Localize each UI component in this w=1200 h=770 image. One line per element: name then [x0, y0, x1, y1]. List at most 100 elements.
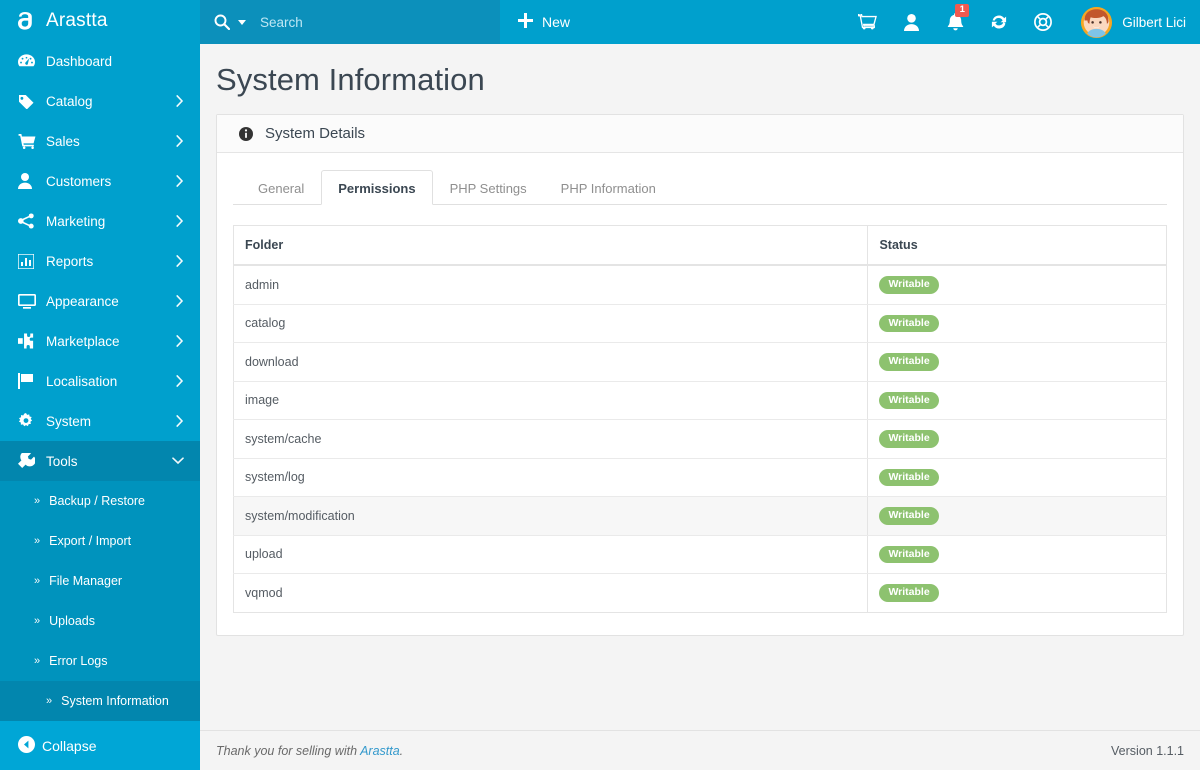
chevron-right-icon	[176, 215, 184, 228]
sidebar-item-reports[interactable]: Reports	[0, 241, 200, 281]
cell-status: Writable	[867, 265, 1167, 305]
flag-icon	[18, 373, 42, 390]
table-row[interactable]: system/modification Writable	[233, 496, 1167, 536]
submenu-item-uploads[interactable]: » Uploads	[0, 601, 200, 641]
panel-title: System Details	[265, 125, 366, 142]
refresh-icon[interactable]	[977, 0, 1021, 44]
notification-badge: 1	[955, 4, 970, 17]
user-name: Gilbert Lici	[1122, 14, 1186, 30]
topbar: Search New 1 Gilbert Lici	[200, 0, 1200, 44]
sidebar-collapse-button[interactable]: Collapse	[0, 721, 200, 770]
sidebar-item-system[interactable]: System	[0, 401, 200, 441]
tab-php-information[interactable]: PHP Information	[544, 170, 673, 205]
search-bar[interactable]: Search	[200, 0, 500, 44]
table-row[interactable]: admin Writable	[233, 265, 1167, 305]
monitor-icon	[18, 293, 42, 309]
shopping-cart-icon	[18, 133, 42, 149]
notifications-bell-icon[interactable]: 1	[933, 0, 977, 44]
cell-folder: download	[233, 342, 869, 382]
panel-header: System Details	[217, 115, 1183, 153]
footer-version: Version 1.1.1	[1111, 743, 1184, 758]
sidebar-item-customers[interactable]: Customers	[0, 161, 200, 201]
tab-php-settings[interactable]: PHP Settings	[433, 170, 544, 205]
new-button-label: New	[542, 14, 571, 30]
status-badge: Writable	[879, 430, 939, 448]
lifebuoy-help-icon[interactable]	[1021, 0, 1065, 44]
chevron-right-icon	[176, 335, 184, 348]
footer: Thank you for selling with Arastta. Vers…	[200, 730, 1200, 770]
gear-icon	[18, 413, 42, 429]
double-chevron-right-icon: »	[34, 574, 41, 587]
sidebar-item-localisation[interactable]: Localisation	[0, 361, 200, 401]
sidebar-item-tools[interactable]: Tools	[0, 441, 200, 482]
cart-icon[interactable]	[845, 0, 889, 44]
submenu-item-label: Export / Import	[49, 534, 132, 549]
search-icon[interactable]	[214, 14, 230, 30]
tab-bar: General Permissions PHP Settings PHP Inf…	[233, 169, 1167, 205]
table-row[interactable]: system/cache Writable	[233, 419, 1167, 459]
account-user-icon[interactable]	[889, 0, 933, 44]
table-row[interactable]: download Writable	[233, 342, 1167, 382]
tab-general[interactable]: General	[241, 170, 321, 205]
sidebar-item-marketplace[interactable]: Marketplace	[0, 321, 200, 361]
cell-status: Writable	[867, 573, 1167, 612]
table-row[interactable]: catalog Writable	[233, 304, 1167, 343]
chevron-right-icon	[176, 295, 184, 308]
table-row[interactable]: upload Writable	[233, 535, 1167, 574]
double-chevron-right-icon: »	[34, 534, 41, 547]
sidebar-item-label: Localisation	[46, 373, 118, 389]
sidebar-item-label: Appearance	[46, 293, 119, 309]
submenu-item-error-logs[interactable]: » Error Logs	[0, 641, 200, 681]
cell-folder: catalog	[233, 304, 869, 343]
sidebar-item-marketing[interactable]: Marketing	[0, 201, 200, 241]
cell-folder: vqmod	[233, 573, 869, 612]
sidebar-item-label: Marketplace	[46, 333, 120, 349]
submenu-item-label: Backup / Restore	[49, 494, 146, 509]
footer-thanks: Thank you for selling with Arastta.	[216, 744, 403, 758]
sidebar-item-appearance[interactable]: Appearance	[0, 281, 200, 321]
chevron-down-icon	[172, 457, 184, 465]
wrench-icon	[18, 453, 42, 469]
chevron-right-icon	[176, 375, 184, 388]
table-head: Folder Status	[233, 225, 1167, 266]
avatar	[1081, 6, 1113, 38]
permissions-table: Folder Status admin Writable catalog Wri…	[233, 225, 1167, 613]
cell-status: Writable	[867, 304, 1167, 343]
topbar-icons: 1	[845, 0, 1073, 44]
status-badge: Writable	[879, 314, 939, 332]
sidebar-item-catalog[interactable]: Catalog	[0, 81, 200, 121]
cell-folder: upload	[233, 535, 869, 574]
submenu-item-label: Error Logs	[49, 654, 108, 669]
user-menu[interactable]: Gilbert Lici	[1073, 0, 1200, 44]
tools-submenu: » Backup / Restore » Export / Import » F…	[0, 481, 200, 722]
cell-folder: system/cache	[233, 419, 869, 459]
tab-permissions[interactable]: Permissions	[321, 170, 433, 205]
chevron-down-icon[interactable]	[238, 19, 246, 25]
table-row[interactable]: system/log Writable	[233, 458, 1167, 497]
new-button[interactable]: New	[500, 0, 588, 44]
sidebar: Arastta Dashboard Catalog Sales Customer…	[0, 0, 200, 770]
sidebar-item-dashboard[interactable]: Dashboard	[0, 41, 200, 81]
table-row[interactable]: image Writable	[233, 381, 1167, 420]
submenu-item-export-import[interactable]: » Export / Import	[0, 521, 200, 561]
table-row[interactable]: vqmod Writable	[233, 573, 1167, 612]
submenu-item-file-manager[interactable]: » File Manager	[0, 561, 200, 601]
footer-arastta-link[interactable]: Arastta	[360, 744, 400, 758]
double-chevron-right-icon: »	[34, 654, 41, 667]
double-chevron-right-icon: »	[34, 494, 41, 507]
app-root: Arastta Dashboard Catalog Sales Customer…	[0, 0, 1200, 770]
search-input[interactable]: Search	[260, 15, 486, 30]
brand-logo[interactable]: Arastta	[0, 0, 200, 41]
submenu-item-system-information[interactable]: » System Information	[0, 681, 200, 722]
chevron-right-icon	[176, 175, 184, 188]
collapse-left-arrow-icon	[18, 735, 42, 756]
bar-chart-icon	[18, 253, 42, 269]
sidebar-item-label: Reports	[46, 253, 94, 269]
puzzle-icon	[18, 333, 42, 349]
sidebar-item-sales[interactable]: Sales	[0, 121, 200, 161]
submenu-item-backup-restore[interactable]: » Backup / Restore	[0, 481, 200, 521]
brand-name: Arastta	[46, 9, 108, 31]
status-badge: Writable	[879, 507, 939, 525]
plus-icon	[518, 13, 533, 31]
